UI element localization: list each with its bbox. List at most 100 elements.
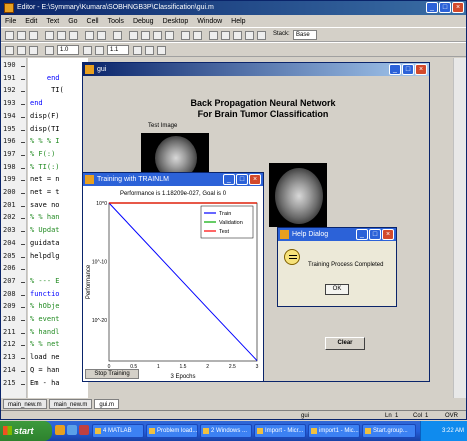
stack-select[interactable]: Base [293, 30, 317, 40]
clear-button[interactable]: Clear [325, 337, 365, 350]
code-line[interactable]: end [30, 74, 60, 82]
maximize-button[interactable]: □ [369, 229, 381, 240]
breakpoint-marker[interactable] [21, 320, 25, 321]
quicklaunch-icon[interactable] [67, 425, 77, 435]
continue-icon[interactable] [245, 31, 254, 40]
code-line[interactable]: helpdlg [30, 252, 60, 260]
save-icon[interactable] [29, 31, 38, 40]
code-line[interactable]: % F(:) [30, 150, 55, 158]
breakpoint-marker[interactable] [21, 104, 25, 106]
menu-edit[interactable]: Edit [25, 18, 37, 25]
maximize-button[interactable]: □ [402, 64, 414, 75]
code-line[interactable]: disp(F) [30, 112, 60, 120]
code-line[interactable]: net = n [30, 175, 60, 183]
code-line[interactable]: % TI(:) [30, 163, 60, 171]
breakpoint-marker[interactable] [21, 358, 25, 360]
code-line[interactable]: load ne [30, 353, 60, 361]
minimize-button[interactable]: _ [223, 174, 235, 185]
eval-advance-icon[interactable] [29, 46, 38, 55]
close-button[interactable]: × [249, 174, 261, 185]
close-button[interactable]: × [452, 2, 464, 13]
menu-help[interactable]: Help [231, 18, 245, 25]
breakpoint-marker[interactable] [21, 167, 25, 169]
breakpoint-marker[interactable] [21, 256, 25, 258]
breakpoint-marker[interactable] [21, 243, 25, 245]
menu-window[interactable]: Window [197, 18, 222, 25]
breakpoint-marker[interactable] [21, 307, 25, 309]
breakpoint-marker[interactable] [21, 281, 25, 283]
decrement-icon[interactable] [45, 46, 54, 55]
start-button[interactable]: start [0, 421, 52, 441]
editor-scrollbar[interactable] [453, 58, 466, 398]
redo-icon[interactable] [97, 31, 106, 40]
maximize-button[interactable]: □ [439, 2, 451, 13]
breakpoint-marker[interactable] [21, 332, 25, 334]
breakpoint-marker[interactable] [21, 205, 25, 207]
cell-help-icon[interactable] [157, 46, 166, 55]
close-button[interactable]: × [415, 64, 427, 75]
code-line[interactable]: % % % I [30, 137, 60, 145]
increment-icon[interactable] [83, 46, 92, 55]
breakpoint-marker[interactable] [21, 193, 25, 194]
back-icon[interactable] [141, 31, 150, 40]
minimize-button[interactable]: _ [356, 229, 368, 240]
code-line[interactable]: % handl [30, 328, 60, 336]
code-line[interactable]: end [30, 99, 43, 107]
quicklaunch-icon[interactable] [55, 425, 65, 435]
breakpoint-marker[interactable] [21, 116, 25, 118]
breakpoint-marker[interactable] [21, 269, 25, 271]
stop-training-button[interactable]: Stop Training [85, 369, 139, 379]
forward-icon[interactable] [153, 31, 162, 40]
code-line[interactable]: Em - ha [30, 379, 60, 387]
step-plus-field[interactable]: 1.1 [107, 45, 129, 55]
code-line[interactable]: % Updat [30, 226, 60, 234]
cut-icon[interactable] [45, 31, 54, 40]
step-out-icon[interactable] [233, 31, 242, 40]
code-line[interactable]: save no [30, 201, 60, 209]
breakpoint-marker[interactable] [21, 231, 25, 233]
breakpoint-marker[interactable] [21, 218, 25, 220]
task-import1[interactable]: import1 - Mic... [308, 424, 360, 438]
minimize-button[interactable]: _ [426, 2, 438, 13]
find-icon[interactable] [129, 31, 138, 40]
paste-icon[interactable] [69, 31, 78, 40]
step-in-icon[interactable] [221, 31, 230, 40]
clear-breakpoints-icon[interactable] [193, 31, 202, 40]
open-file-icon[interactable] [17, 31, 26, 40]
code-line[interactable]: % --- E [30, 277, 60, 285]
code-line[interactable]: net = t [30, 188, 60, 196]
breakpoint-marker[interactable] [21, 180, 25, 182]
gui-titlebar[interactable]: gui _ □ × [83, 63, 429, 76]
ok-button[interactable]: OK [325, 284, 349, 295]
menu-file[interactable]: File [5, 18, 16, 25]
menu-cell[interactable]: Cell [87, 18, 99, 25]
maximize-button[interactable]: □ [236, 174, 248, 185]
step-icon[interactable] [209, 31, 218, 40]
undo-icon[interactable] [85, 31, 94, 40]
menu-desktop[interactable]: Desktop [163, 18, 189, 25]
quicklaunch-icon[interactable] [79, 425, 89, 435]
cell-publish-icon[interactable] [145, 46, 154, 55]
breakpoint-marker[interactable] [21, 345, 25, 347]
code-line[interactable]: functio [30, 290, 60, 298]
breakpoint-marker[interactable] [21, 383, 25, 385]
menu-text[interactable]: Text [46, 18, 59, 25]
code-line[interactable]: % % han [30, 213, 60, 221]
code-line[interactable]: % % net [30, 340, 60, 348]
step-minus-field[interactable]: 1.0 [57, 45, 79, 55]
breakpoint-marker[interactable] [21, 154, 25, 156]
code-area[interactable]: end TI(end disp(F) disp(TI % % % I % F(:) % T… [28, 58, 88, 398]
task-matlab[interactable]: 4 MATLAB [92, 424, 144, 438]
function-icon[interactable] [165, 31, 174, 40]
code-line[interactable]: Q = han [30, 366, 60, 374]
breakpoint-marker[interactable] [21, 294, 25, 296]
task-windows[interactable]: 2 Windows ... [200, 424, 252, 438]
breakpoint-marker[interactable] [21, 91, 25, 93]
minimize-button[interactable]: _ [389, 64, 401, 75]
task-import[interactable]: Import - Micr... [254, 424, 306, 438]
copy-icon[interactable] [57, 31, 66, 40]
menu-debug[interactable]: Debug [133, 18, 154, 25]
task-problem-load[interactable]: Problem load... [146, 424, 198, 438]
code-line[interactable]: guidata [30, 239, 60, 247]
close-button[interactable]: × [382, 229, 394, 240]
